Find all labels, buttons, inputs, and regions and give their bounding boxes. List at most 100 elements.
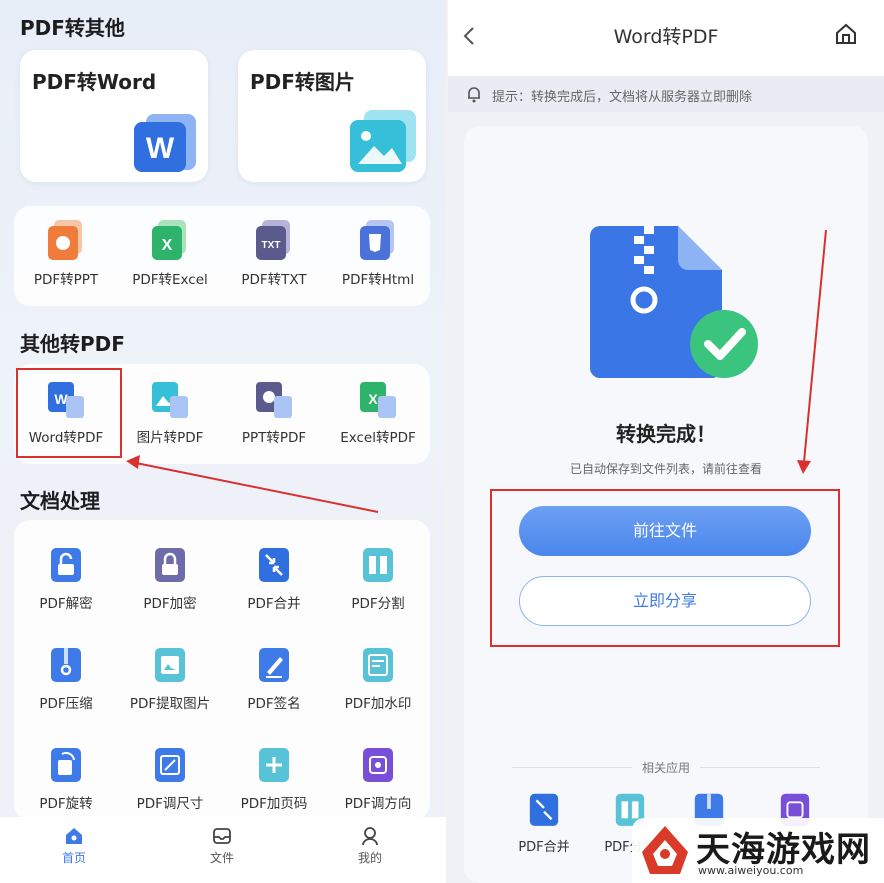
pdf-resize-tile[interactable]: PDF调尺寸 bbox=[118, 734, 222, 824]
doc-tools-grid: PDF解密 PDF加密 PDF合并 PDF分割 PDF压缩 PDF提取图片 PD… bbox=[14, 520, 430, 820]
pdf-orientation-tile[interactable]: PDF调方向 bbox=[326, 734, 430, 824]
orientation-icon bbox=[360, 744, 396, 784]
pdf-page-number-label: PDF加页码 bbox=[240, 796, 308, 812]
pdf-encrypt-tile[interactable]: PDF加密 bbox=[118, 534, 222, 624]
watermark: 天海游戏网 www.aiweiyou.com bbox=[632, 818, 884, 883]
pdf-to-image-label: PDF转图片 bbox=[250, 70, 355, 94]
excel-to-pdf-tile[interactable]: X Excel转PDF bbox=[326, 368, 430, 458]
resize-icon bbox=[152, 744, 188, 784]
nav-profile-label: 我的 bbox=[357, 851, 382, 865]
nav-files[interactable]: 文件 bbox=[192, 825, 252, 866]
tip-text: 提示：转换完成后，文档将从服务器立即删除 bbox=[492, 90, 753, 105]
pdf-watermark-tile[interactable]: PDF加水印 bbox=[326, 634, 430, 724]
pdf-to-excel-tile[interactable]: X PDF转Excel bbox=[118, 210, 222, 300]
page-number-icon bbox=[256, 744, 292, 784]
zip-file-icon bbox=[582, 218, 764, 386]
pdf-rotate-tile[interactable]: PDF旋转 bbox=[14, 734, 118, 824]
ppt-icon bbox=[48, 220, 84, 260]
pdf-decrypt-tile[interactable]: PDF解密 bbox=[14, 534, 118, 624]
rotate-icon bbox=[48, 744, 84, 784]
word-icon: W bbox=[132, 110, 202, 174]
pdf-orientation-label: PDF调方向 bbox=[344, 796, 412, 812]
pdf-encrypt-label: PDF加密 bbox=[143, 596, 197, 612]
svg-text:X: X bbox=[162, 237, 173, 254]
pdf-to-ppt-label: PDF转PPT bbox=[33, 272, 99, 288]
pdf-to-excel-label: PDF转Excel bbox=[132, 272, 208, 288]
split-icon bbox=[360, 544, 396, 584]
done-title: 转换完成！ bbox=[616, 422, 716, 446]
watermark-icon bbox=[360, 644, 396, 684]
txt-icon: TXT bbox=[256, 220, 292, 260]
pdf-to-html-tile[interactable]: PDF转Html bbox=[326, 210, 430, 300]
watermark-url: www.aiweiyou.com bbox=[698, 864, 804, 877]
pdf-to-word-card[interactable]: PDF转Word W bbox=[20, 50, 208, 182]
pdf-page-number-tile[interactable]: PDF加页码 bbox=[222, 734, 326, 824]
page-title: Word转PDF bbox=[613, 26, 719, 48]
ppt-to-pdf-label: PPT转PDF bbox=[241, 430, 307, 446]
pdf-to-other-grid: PDF转PPT X PDF转Excel TXT PDF转TXT PDF转Html bbox=[14, 206, 430, 306]
done-subtitle: 已自动保存到文件列表，请前往查看 bbox=[569, 462, 762, 476]
related-merge[interactable]: PDF合并 bbox=[504, 790, 584, 855]
pdf-extract-image-label: PDF提取图片 bbox=[129, 696, 211, 712]
pdf-merge-label: PDF合并 bbox=[247, 596, 301, 612]
image-icon bbox=[348, 108, 420, 174]
tip-bar: 提示：转换完成后，文档将从服务器立即删除 bbox=[448, 76, 884, 112]
pdf-split-tile[interactable]: PDF分割 bbox=[326, 534, 430, 624]
extract-image-icon bbox=[152, 644, 188, 684]
pdf-to-txt-tile[interactable]: TXT PDF转TXT bbox=[222, 210, 326, 300]
html-icon bbox=[360, 220, 396, 260]
bell-icon bbox=[466, 85, 482, 103]
sign-icon bbox=[256, 644, 292, 684]
nav-files-label: 文件 bbox=[209, 851, 234, 865]
pdf-sign-tile[interactable]: PDF签名 bbox=[222, 634, 326, 724]
pdf-to-txt-label: PDF转TXT bbox=[241, 272, 307, 288]
excel-to-pdf-label: Excel转PDF bbox=[340, 430, 416, 446]
ppt-to-pdf-icon bbox=[256, 378, 292, 418]
section-title-pdf-to-other: PDF转其他 bbox=[20, 16, 125, 40]
pdf-merge-tile[interactable]: PDF合并 bbox=[222, 534, 326, 624]
watermark-logo bbox=[638, 824, 692, 878]
related-divider-right bbox=[700, 767, 820, 768]
merge-icon bbox=[256, 544, 292, 584]
home-icon[interactable] bbox=[834, 22, 858, 46]
bottom-nav: 首页 文件 我的 bbox=[0, 817, 446, 883]
home-icon bbox=[63, 825, 85, 847]
merge-icon bbox=[527, 790, 561, 828]
svg-text:X: X bbox=[368, 391, 378, 407]
pdf-to-image-card[interactable]: PDF转图片 bbox=[238, 50, 426, 182]
svg-text:W: W bbox=[146, 132, 175, 165]
excel-to-pdf-icon: X bbox=[360, 378, 396, 418]
pdf-extract-image-tile[interactable]: PDF提取图片 bbox=[118, 634, 222, 724]
pdf-split-label: PDF分割 bbox=[351, 596, 405, 612]
inbox-icon bbox=[211, 825, 233, 847]
top-bar: Word转PDF bbox=[448, 0, 884, 76]
highlight-box-actions bbox=[490, 489, 840, 647]
ppt-to-pdf-tile[interactable]: PPT转PDF bbox=[222, 368, 326, 458]
result-panel: Word转PDF 提示：转换完成后，文档将从服务器立即删除 转换完成！ 已自动保… bbox=[448, 0, 884, 883]
pdf-to-word-label: PDF转Word bbox=[32, 70, 157, 94]
nav-profile[interactable]: 我的 bbox=[340, 825, 400, 866]
image-to-pdf-label: 图片转PDF bbox=[136, 430, 204, 446]
pdf-to-ppt-tile[interactable]: PDF转PPT bbox=[14, 210, 118, 300]
pdf-resize-label: PDF调尺寸 bbox=[136, 796, 204, 812]
unlock-icon bbox=[48, 544, 84, 584]
pdf-to-html-label: PDF转Html bbox=[341, 272, 415, 288]
pdf-sign-label: PDF签名 bbox=[247, 696, 301, 712]
highlight-box-word-to-pdf bbox=[16, 368, 122, 458]
excel-icon: X bbox=[152, 220, 188, 260]
image-to-pdf-icon bbox=[152, 378, 188, 418]
lock-icon bbox=[152, 544, 188, 584]
pdf-watermark-label: PDF加水印 bbox=[344, 696, 412, 712]
section-title-other-to-pdf: 其他转PDF bbox=[20, 332, 125, 356]
home-panel: PDF转其他 PDF转Word W PDF转图片 PDF转PPT X PDF转E… bbox=[0, 0, 446, 883]
nav-home[interactable]: 首页 bbox=[44, 825, 104, 866]
nav-home-label: 首页 bbox=[61, 851, 86, 865]
compress-icon bbox=[48, 644, 84, 684]
pdf-compress-tile[interactable]: PDF压缩 bbox=[14, 634, 118, 724]
section-title-doc-processing: 文档处理 bbox=[20, 489, 100, 513]
pdf-decrypt-label: PDF解密 bbox=[39, 596, 93, 612]
svg-text:TXT: TXT bbox=[262, 240, 281, 251]
related-merge-label: PDF合并 bbox=[518, 840, 570, 855]
user-icon bbox=[359, 825, 381, 847]
image-to-pdf-tile[interactable]: 图片转PDF bbox=[118, 368, 222, 458]
